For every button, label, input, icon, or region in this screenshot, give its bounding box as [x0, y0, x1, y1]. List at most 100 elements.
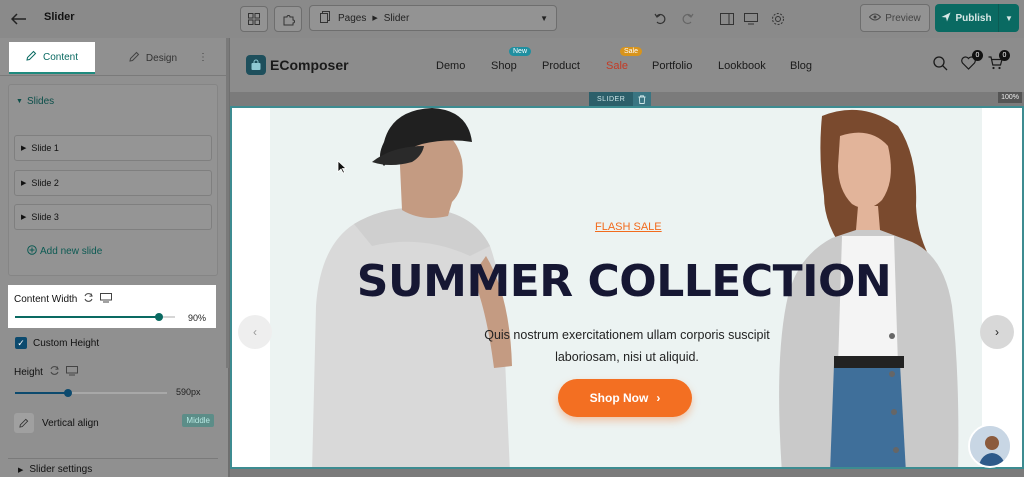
breadcrumb-root: Pages	[338, 12, 367, 24]
back-arrow-icon[interactable]	[6, 6, 32, 32]
reset-icon[interactable]	[83, 292, 94, 306]
slide-item[interactable]: ▶ Slide 2	[14, 170, 212, 196]
custom-height-checkbox[interactable]: ✓	[15, 337, 27, 349]
nav-item-lookbook[interactable]: Lookbook	[718, 60, 766, 72]
vertical-align-value[interactable]: Middle	[182, 414, 214, 427]
slides-section-header[interactable]: ▼ Slides	[16, 96, 54, 107]
custom-height-label: Custom Height	[33, 337, 100, 349]
search-icon[interactable]	[931, 54, 949, 72]
nav-item-blog[interactable]: Blog	[790, 60, 812, 72]
gear-icon[interactable]	[765, 6, 791, 32]
height-slider-fill	[15, 392, 69, 394]
site-logo[interactable]: EComposer	[246, 55, 349, 75]
wishlist-icon[interactable]: 0	[959, 50, 983, 72]
new-badge: New	[509, 47, 532, 56]
tab-content[interactable]: Content	[9, 42, 95, 74]
height-header: Height	[14, 365, 78, 379]
height-value: 590px	[176, 387, 201, 397]
preview-button[interactable]: Preview	[860, 4, 930, 32]
pencil-icon	[26, 50, 37, 64]
redo-icon[interactable]	[674, 6, 700, 32]
support-chat-avatar[interactable]	[968, 424, 1012, 468]
page-selector[interactable]: Pages ▶ Slider ▼	[309, 5, 557, 31]
more-vertical-icon[interactable]: ⋮	[198, 52, 208, 63]
content-width-control: Content Width 90%	[8, 285, 216, 328]
sale-badge: Sale	[620, 47, 643, 56]
chevron-down-icon[interactable]: ▼	[999, 14, 1019, 23]
slide-item[interactable]: ▶ Slide 3	[14, 204, 212, 230]
slide-item-label: Slide 3	[31, 212, 59, 222]
desktop-icon[interactable]	[65, 365, 78, 379]
panel-tabs: Content Design ⋮	[0, 38, 228, 76]
slide-item-label: Slide 2	[31, 178, 59, 188]
hero-title: SUMMER COLLECTION	[356, 256, 892, 307]
caret-right-icon: ▶	[21, 145, 27, 152]
height-label: Height	[14, 366, 43, 378]
tab-content-label: Content	[42, 51, 79, 63]
logo-text: EComposer	[270, 57, 349, 73]
plus-circle-icon	[27, 245, 37, 258]
flash-sale-link[interactable]: FLASH SALE	[595, 221, 662, 233]
content-width-header: Content Width	[14, 292, 113, 306]
content-width-slider-fill	[15, 316, 159, 318]
caret-right-icon: ▶	[21, 214, 27, 221]
wishlist-count: 0	[972, 50, 983, 61]
publish-label: Publish	[955, 12, 992, 24]
brush-icon	[129, 51, 140, 65]
grid-icon[interactable]	[240, 6, 268, 32]
eye-icon	[869, 13, 882, 24]
undo-icon[interactable]	[647, 6, 673, 32]
caret-right-icon: ▶	[18, 466, 24, 474]
height-slider-handle[interactable]	[64, 389, 73, 397]
nav-item-sale[interactable]: Sale Sale	[606, 47, 643, 72]
chevron-right-icon: ›	[995, 325, 999, 339]
slider-settings-label: Slider settings	[29, 464, 93, 475]
content-width-slider[interactable]	[15, 313, 175, 321]
chevron-down-icon: ▼	[540, 14, 548, 23]
hero-slide[interactable]: FLASH SALE SUMMER COLLECTION Quis nostru…	[230, 106, 1024, 469]
publish-button[interactable]: Publish ▼	[935, 4, 1019, 32]
element-tag[interactable]: SLIDER	[589, 92, 652, 106]
shop-now-button[interactable]: Shop Now ›	[558, 379, 692, 417]
puzzle-icon[interactable]	[274, 6, 302, 32]
content-width-slider-handle[interactable]	[155, 313, 163, 321]
panel-scrollbar[interactable]	[226, 38, 229, 368]
content-width-value: 90%	[187, 313, 206, 323]
chevron-right-icon: ›	[656, 391, 661, 405]
slide-content: FLASH SALE SUMMER COLLECTION Quis nostru…	[232, 108, 1022, 467]
reset-icon[interactable]	[49, 365, 60, 379]
site-header: EComposer Demo Shop New Product Sale Sal…	[230, 38, 1024, 92]
height-slider[interactable]	[15, 389, 167, 397]
breadcrumb-separator-icon: ▶	[372, 15, 378, 22]
nav-item-portfolio[interactable]: Portfolio	[652, 60, 692, 72]
content-width-label: Content Width	[14, 293, 78, 305]
breadcrumb-current: Slider	[383, 12, 410, 24]
caret-down-icon: ▼	[16, 98, 23, 105]
chevron-left-icon: ‹	[253, 325, 257, 339]
cart-count: 0	[999, 50, 1010, 61]
editor-topbar: Slider Pages ▶ Slider ▼ Preview Publish …	[0, 0, 1024, 38]
panel-title: Slider	[44, 11, 75, 23]
desktop-icon[interactable]	[100, 292, 113, 306]
slider-settings-section[interactable]: ▶ Slider settings	[8, 458, 218, 477]
settings-panel: Content Design ⋮ ▼ Slides ▶ Slide 1 ▶ Sl…	[0, 38, 229, 477]
layout-toggle-icon[interactable]	[714, 6, 740, 32]
desktop-icon[interactable]	[738, 6, 764, 32]
shop-now-label: Shop Now	[589, 391, 649, 405]
tab-design-label: Design	[145, 52, 178, 64]
mouse-cursor-icon	[337, 160, 347, 174]
cart-icon[interactable]: 0	[986, 50, 1010, 72]
editor-canvas: EComposer Demo Shop New Product Sale Sal…	[230, 38, 1024, 477]
next-slide-button[interactable]: ›	[980, 315, 1014, 349]
nav-item-product[interactable]: Product	[542, 60, 580, 72]
add-slide-button[interactable]: Add new slide	[27, 245, 102, 258]
trash-icon[interactable]	[633, 92, 652, 106]
nav-item-demo[interactable]: Demo	[436, 60, 465, 72]
prev-slide-button[interactable]: ‹	[238, 315, 272, 349]
slide-item[interactable]: ▶ Slide 1	[14, 135, 212, 161]
tab-design[interactable]: Design	[110, 42, 196, 74]
nav-item-shop[interactable]: Shop New	[491, 47, 532, 72]
slides-section-label: Slides	[26, 96, 55, 107]
pencil-icon	[14, 413, 34, 433]
pages-icon	[320, 10, 330, 26]
